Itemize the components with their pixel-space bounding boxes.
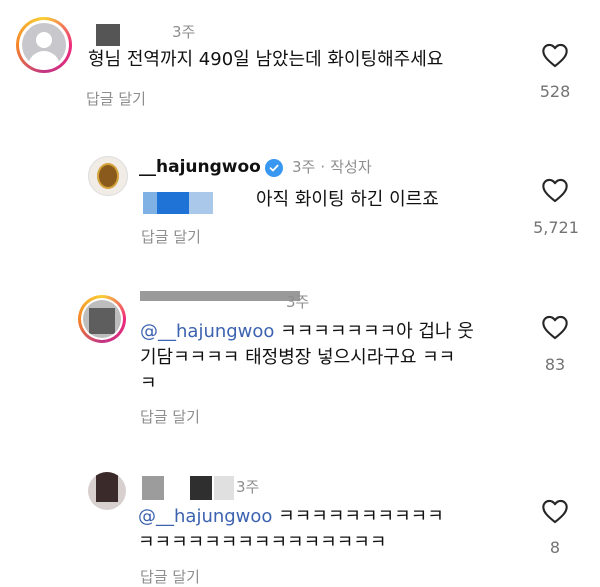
comment-time: 3주 bbox=[286, 293, 310, 311]
username-redacted bbox=[190, 476, 212, 500]
reply-button[interactable]: 답글 달기 bbox=[86, 88, 146, 109]
comment-text-line: ㅋㅋㅋㅋㅋㅋㅋㅋㅋㅋ bbox=[272, 506, 444, 527]
comment-time: 3주 bbox=[172, 23, 196, 41]
username-redacted bbox=[142, 476, 164, 500]
reply-button[interactable]: 답글 달기 bbox=[140, 566, 200, 587]
username[interactable]: __hajungwoo bbox=[139, 157, 261, 177]
username-redacted bbox=[96, 24, 120, 46]
username-redacted bbox=[140, 291, 300, 301]
reply-button[interactable]: 답글 달기 bbox=[141, 226, 201, 247]
mention-link[interactable]: @__hajungwoo bbox=[138, 506, 272, 527]
mention-redacted bbox=[143, 192, 213, 214]
comment-text-line: 기담ㅋㅋㅋㅋ 태정병장 넣으시라구요 ㅋㅋ bbox=[140, 347, 456, 368]
author-label: 작성자 bbox=[330, 158, 372, 176]
commenter-avatar[interactable] bbox=[78, 295, 126, 343]
comment-text: 형님 전역까지 490일 남았는데 화이팅해주세요 bbox=[88, 49, 444, 70]
comment-2: __hajungwoo 3주 · 작성자 아직 화이팅 하긴 이르죠 답글 달기… bbox=[0, 140, 600, 260]
comment-time: 3주 bbox=[236, 478, 260, 496]
default-avatar-icon bbox=[22, 23, 66, 67]
comment-text: 아직 화이팅 하긴 이르죠 bbox=[256, 189, 439, 210]
heart-outline-icon[interactable] bbox=[541, 314, 569, 340]
comment-text-line: ㅋ bbox=[140, 373, 157, 394]
commenter-avatar[interactable] bbox=[88, 472, 126, 510]
heart-outline-icon[interactable] bbox=[541, 42, 569, 68]
verified-badge-icon bbox=[264, 159, 283, 177]
comment-header: __hajungwoo 3주 · 작성자 bbox=[139, 156, 372, 177]
comment-text: @__hajungwoo ㅋㅋㅋㅋㅋㅋㅋㅋㅋㅋ ㅋㅋㅋㅋㅋㅋㅋㅋㅋㅋㅋㅋㅋㅋㅋ bbox=[138, 504, 518, 556]
username-redacted bbox=[214, 476, 234, 500]
separator: · bbox=[320, 158, 326, 176]
comment-text-line: ㅋㅋㅋㅋㅋㅋㅋㅋㅋㅋㅋㅋㅋㅋㅋ bbox=[138, 532, 387, 553]
avatar-photo bbox=[96, 472, 118, 502]
heart-outline-icon[interactable] bbox=[541, 177, 569, 203]
comment-4: 3주 @__hajungwoo ㅋㅋㅋㅋㅋㅋㅋㅋㅋㅋ ㅋㅋㅋㅋㅋㅋㅋㅋㅋㅋㅋㅋㅋ… bbox=[0, 460, 600, 586]
mention-link[interactable]: @__hajungwoo bbox=[140, 321, 274, 342]
author-avatar[interactable] bbox=[88, 156, 128, 196]
comment-text: @__hajungwoo ㅋㅋㅋㅋㅋㅋㅋ아 겁나 웃 기담ㅋㅋㅋㅋ 태정병장 넣… bbox=[140, 319, 500, 397]
comment-time: 3주 bbox=[291, 158, 316, 176]
like-count: 5,721 bbox=[533, 218, 579, 237]
comment-text-line: ㅋㅋㅋㅋㅋㅋㅋ아 겁나 웃 bbox=[274, 321, 474, 342]
heart-outline-icon[interactable] bbox=[541, 498, 569, 524]
like-count: 528 bbox=[539, 82, 571, 101]
reply-button[interactable]: 답글 달기 bbox=[140, 406, 200, 427]
commenter-avatar[interactable] bbox=[16, 17, 72, 73]
comment-1: 3주 형님 전역까지 490일 남았는데 화이팅해주세요 답글 달기 528 bbox=[0, 0, 600, 120]
like-count: 83 bbox=[544, 355, 566, 374]
comment-3: 3주 @__hajungwoo ㅋㅋㅋㅋㅋㅋㅋ아 겁나 웃 기담ㅋㅋㅋㅋ 태정병… bbox=[0, 285, 600, 435]
default-avatar-icon bbox=[83, 300, 121, 338]
like-count: 8 bbox=[549, 538, 561, 557]
